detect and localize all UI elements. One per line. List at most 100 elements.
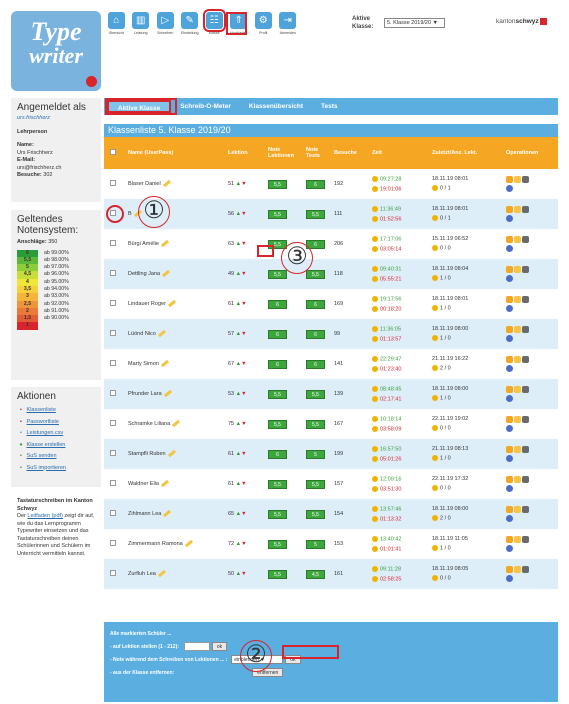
edit-pencil-icon[interactable] <box>167 449 176 458</box>
lesson-down-icon[interactable]: ▼ <box>241 241 246 247</box>
info-icon[interactable] <box>506 455 513 462</box>
user-icon[interactable] <box>522 476 529 483</box>
student-name[interactable]: Lüönd Nico <box>128 331 156 337</box>
nav-item-7[interactable]: ⇥ Abmelden <box>276 12 301 35</box>
student-name[interactable]: Stampfli Ruben <box>128 451 166 457</box>
student-name[interactable]: Dettling Jana <box>128 271 160 277</box>
student-name[interactable]: Lindauer Roger <box>128 301 166 307</box>
mail-icon[interactable] <box>506 176 513 183</box>
header-note-tests[interactable]: Note Tests <box>304 137 332 169</box>
info-icon[interactable] <box>506 395 513 402</box>
info-icon[interactable] <box>506 215 513 222</box>
edit-pencil-icon[interactable] <box>157 569 166 578</box>
tab-schreib-o-meter[interactable]: Schreib-O-Meter <box>171 100 240 113</box>
row-checkbox[interactable] <box>110 180 116 186</box>
typewriter-logo[interactable]: Type writer <box>11 11 101 91</box>
lesson-down-icon[interactable]: ▼ <box>241 541 246 547</box>
user-icon[interactable] <box>522 506 529 513</box>
user-icon[interactable] <box>522 236 529 243</box>
lesson-down-icon[interactable]: ▼ <box>241 301 246 307</box>
student-name[interactable]: Bürgi Amélie <box>128 241 159 247</box>
info-icon[interactable] <box>506 545 513 552</box>
student-name[interactable]: Zurfluh Lea <box>128 571 156 577</box>
action-link[interactable]: Klasse erstellen <box>27 442 66 448</box>
mail-icon[interactable] <box>506 446 513 453</box>
user-icon[interactable] <box>522 416 529 423</box>
lesson-down-icon[interactable]: ▼ <box>241 271 246 277</box>
mail-icon[interactable] <box>506 416 513 423</box>
guide-link[interactable]: Leitfaden (pdf) <box>27 513 62 519</box>
user-icon[interactable] <box>522 446 529 453</box>
action-link[interactable]: Klassenliste <box>27 407 56 413</box>
student-name[interactable]: Waldner Elia <box>128 481 159 487</box>
info-icon[interactable] <box>506 335 513 342</box>
row-checkbox[interactable] <box>110 360 116 366</box>
lesson-down-icon[interactable]: ▼ <box>241 181 246 187</box>
action-item[interactable]: ▪ SuS senden <box>17 451 95 463</box>
mail-icon[interactable] <box>506 536 513 543</box>
edit-icon[interactable] <box>514 206 521 213</box>
mail-icon[interactable] <box>506 476 513 483</box>
lesson-down-icon[interactable]: ▼ <box>241 211 246 217</box>
student-name[interactable]: Zihlmann Lea <box>128 511 161 517</box>
lesson-down-icon[interactable]: ▼ <box>241 451 246 457</box>
header-note-lektionen[interactable]: Note Lektionen <box>266 137 304 169</box>
edit-icon[interactable] <box>514 326 521 333</box>
lesson-down-icon[interactable]: ▼ <box>241 571 246 577</box>
info-icon[interactable] <box>506 365 513 372</box>
lesson-down-icon[interactable]: ▼ <box>241 331 246 337</box>
edit-icon[interactable] <box>514 476 521 483</box>
info-icon[interactable] <box>506 485 513 492</box>
action-link[interactable]: SuS senden <box>27 453 57 459</box>
edit-icon[interactable] <box>514 446 521 453</box>
info-icon[interactable] <box>506 425 513 432</box>
edit-pencil-icon[interactable] <box>160 239 169 248</box>
lesson-number-input[interactable] <box>183 642 210 651</box>
mail-icon[interactable] <box>506 296 513 303</box>
edit-pencil-icon[interactable] <box>157 329 166 338</box>
header-besuche[interactable]: Besuche <box>332 137 370 169</box>
student-name[interactable]: Schramke Liliana <box>128 421 170 427</box>
edit-pencil-icon[interactable] <box>162 269 171 278</box>
lesson-down-icon[interactable]: ▼ <box>241 391 246 397</box>
edit-pencil-icon[interactable] <box>167 299 176 308</box>
info-icon[interactable] <box>506 305 513 312</box>
tab-tests[interactable]: Tests <box>312 100 347 113</box>
student-name[interactable]: Pfrunder Lara <box>128 391 162 397</box>
edit-icon[interactable] <box>514 386 521 393</box>
active-class-select[interactable]: 5. Klasse 2019/20 ▼ <box>384 18 445 28</box>
user-icon[interactable] <box>522 176 529 183</box>
nav-item-1[interactable]: ▥ Leistung <box>129 12 154 35</box>
mail-icon[interactable] <box>506 506 513 513</box>
user-icon[interactable] <box>522 536 529 543</box>
user-icon[interactable] <box>522 296 529 303</box>
action-item[interactable]: ● Klasse erstellen <box>17 440 95 452</box>
edit-pencil-icon[interactable] <box>162 179 171 188</box>
action-item[interactable]: ▪ Klassenliste <box>17 405 95 417</box>
edit-pencil-icon[interactable] <box>184 539 193 548</box>
mail-icon[interactable] <box>506 206 513 213</box>
row-checkbox[interactable] <box>110 570 116 576</box>
edit-icon[interactable] <box>514 236 521 243</box>
row-checkbox[interactable] <box>110 510 116 516</box>
user-icon[interactable] <box>522 326 529 333</box>
row-checkbox[interactable] <box>110 270 116 276</box>
info-icon[interactable] <box>506 575 513 582</box>
select-all-checkbox[interactable] <box>110 149 116 155</box>
lesson-down-icon[interactable]: ▼ <box>241 481 246 487</box>
row-checkbox[interactable] <box>110 240 116 246</box>
nav-item-2[interactable]: ▷ Schreiben <box>153 12 178 35</box>
edit-icon[interactable] <box>514 176 521 183</box>
mail-icon[interactable] <box>506 236 513 243</box>
action-item[interactable]: ▪ Passwortliste <box>17 417 95 429</box>
header-zuletzt[interactable]: Zuletzt/Anz. Lekt. <box>430 137 504 169</box>
user-icon[interactable] <box>522 206 529 213</box>
header-lektion[interactable]: Lektion <box>226 137 266 169</box>
tab-class-overview[interactable]: Klassenübersicht <box>240 100 312 113</box>
info-icon[interactable] <box>506 275 513 282</box>
edit-pencil-icon[interactable] <box>163 389 172 398</box>
mail-icon[interactable] <box>506 566 513 573</box>
edit-pencil-icon[interactable] <box>160 359 169 368</box>
student-name[interactable]: B <box>128 211 132 217</box>
action-item[interactable]: ▪ SuS importieren <box>17 463 95 475</box>
